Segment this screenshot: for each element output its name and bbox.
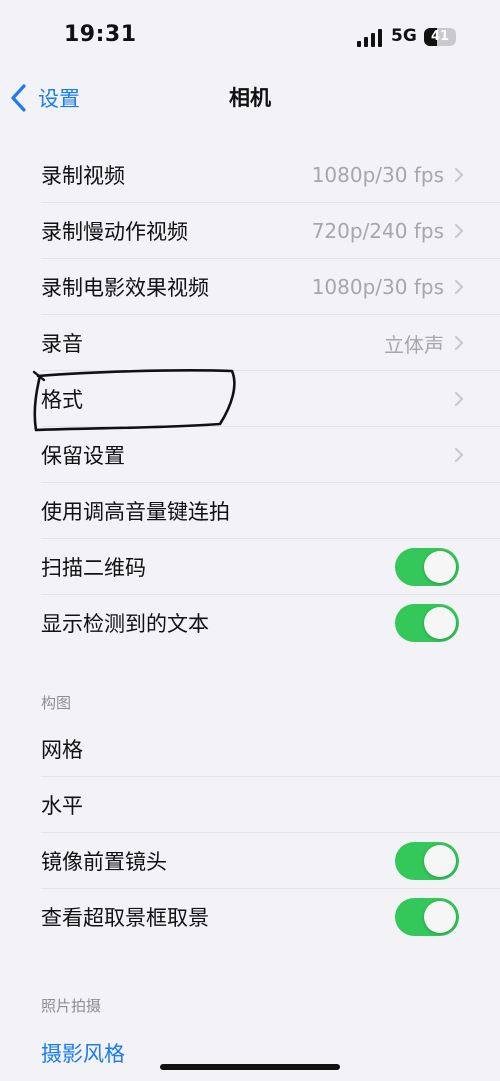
toggle-switch[interactable] — [395, 842, 459, 880]
chevron-right-icon — [455, 280, 463, 294]
chevron-right-icon — [455, 168, 463, 182]
section-header-photo-capture: 照片拍摄 — [41, 997, 102, 1015]
camera-settings-group: 录制视频 1080p/30 fps 录制慢动作视频 720p/240 fps 录制电影效… — [0, 147, 500, 651]
chevron-right-icon — [455, 224, 463, 238]
row-label: 保留设置 — [41, 444, 125, 468]
network-type-label: 5G — [391, 26, 417, 46]
photo-capture-group: 摄影风格 — [0, 1025, 500, 1081]
camera-setting-row[interactable]: 扫描二维码 — [0, 539, 500, 595]
page-title: 相机 — [229, 86, 271, 110]
camera-setting-row[interactable]: 保留设置 — [0, 427, 500, 483]
photographic-styles-row[interactable]: 摄影风格 — [0, 1025, 500, 1081]
row-label: 镜像前置镜头 — [41, 850, 167, 874]
toggle-switch[interactable] — [395, 604, 459, 642]
camera-setting-row[interactable]: 显示检测到的文本 — [0, 595, 500, 651]
composition-setting-row[interactable]: 查看超取景框取景 — [0, 889, 500, 945]
row-value: 1080p/30 fps — [311, 275, 444, 299]
home-indicator — [160, 1064, 340, 1070]
toggle-knob — [424, 607, 456, 639]
row-label: 录音 — [41, 332, 83, 356]
row-value: 立体声 — [384, 332, 444, 357]
toggle-knob — [424, 901, 456, 933]
camera-setting-row[interactable]: 格式 — [0, 371, 500, 427]
toggle-knob — [424, 845, 456, 877]
chevron-right-icon — [455, 448, 463, 462]
section-header-composition: 构图 — [41, 694, 72, 712]
status-time: 19:31 — [64, 22, 137, 47]
camera-setting-row[interactable]: 使用调高音量键连拍 — [0, 483, 500, 539]
toggle-switch[interactable] — [395, 548, 459, 586]
camera-setting-row[interactable]: 录制视频 1080p/30 fps — [0, 147, 500, 203]
row-label: 录制视频 — [41, 164, 125, 188]
camera-setting-row[interactable]: 录制慢动作视频 720p/240 fps — [0, 203, 500, 259]
composition-setting-row[interactable]: 网格 — [0, 721, 500, 777]
battery-icon: 41 — [424, 28, 456, 46]
navigation-bar: 设置 相机 — [0, 70, 500, 126]
row-label: 网格 — [41, 738, 83, 762]
row-value: 1080p/30 fps — [311, 163, 444, 187]
battery-percentage: 41 — [430, 29, 450, 44]
toggle-knob — [424, 551, 456, 583]
composition-setting-row[interactable]: 镜像前置镜头 — [0, 833, 500, 889]
cellular-signal-icon — [357, 29, 382, 47]
row-label: 格式 — [41, 388, 83, 412]
camera-setting-row[interactable]: 录音 立体声 — [0, 315, 500, 371]
row-label: 扫描二维码 — [41, 556, 146, 580]
status-bar: 19:31 5G 41 — [0, 0, 500, 70]
row-value: 720p/240 fps — [311, 219, 444, 243]
row-label: 使用调高音量键连拍 — [41, 500, 230, 524]
chevron-right-icon — [455, 392, 463, 406]
camera-setting-row[interactable]: 录制电影效果视频 1080p/30 fps — [0, 259, 500, 315]
composition-settings-group: 网格水平镜像前置镜头查看超取景框取景 — [0, 721, 500, 945]
row-label: 查看超取景框取景 — [41, 906, 209, 930]
row-label: 显示检测到的文本 — [41, 612, 209, 636]
chevron-right-icon — [455, 336, 463, 350]
composition-setting-row[interactable]: 水平 — [0, 777, 500, 833]
row-label: 水平 — [41, 794, 83, 818]
row-label: 录制慢动作视频 — [41, 220, 188, 244]
toggle-switch[interactable] — [395, 898, 459, 936]
row-label: 录制电影效果视频 — [41, 276, 209, 300]
